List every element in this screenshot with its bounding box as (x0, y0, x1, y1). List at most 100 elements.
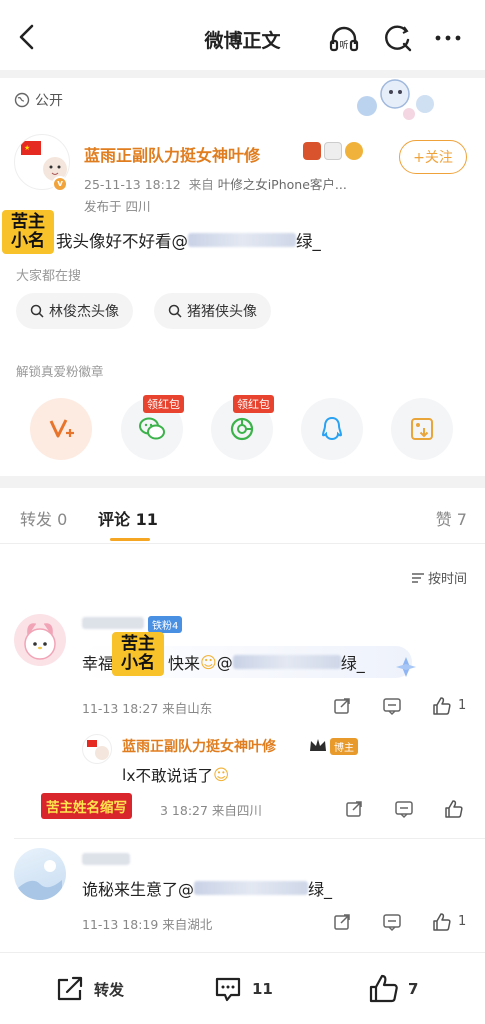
refresh-search-icon[interactable] (382, 22, 414, 54)
commenter-avatar[interactable] (14, 848, 66, 900)
post-text: 我头像好不好看@ 绿_ (56, 228, 321, 252)
blurred-mention (194, 881, 309, 895)
emoji-badges (303, 142, 363, 160)
post-text-prefix: 我头像好不好看@ (56, 232, 188, 251)
comment-meta: 11-13 18:19 来自湖北 (82, 917, 213, 932)
crown-icon (310, 739, 326, 751)
hongbao-badge: 领红包 (233, 395, 274, 413)
like-icon[interactable] (432, 696, 452, 716)
like-button[interactable]: 7 (368, 973, 418, 1005)
thumbs-up-icon (369, 974, 398, 1003)
like-count: 1 (458, 914, 467, 929)
repost-label: 转发 (94, 980, 125, 999)
comment-text-mid: 快来 (168, 654, 201, 673)
panda-icon (324, 142, 342, 160)
reply-author[interactable]: 蓝雨正副队力挺女神叶修 (122, 736, 276, 756)
save-image-button[interactable] (391, 398, 453, 460)
reply-icon[interactable] (394, 799, 414, 819)
sparkle-icon (396, 657, 416, 677)
post-source[interactable]: 叶修之女iPhone客户... (218, 177, 347, 192)
listen-headphones-icon[interactable]: 听 (328, 22, 360, 54)
blurred-mention (232, 655, 341, 669)
bottom-action-bar: 转发 11 7 (0, 952, 485, 1024)
cat-face-icon (345, 142, 363, 160)
tab-comments[interactable]: 评论 11 (98, 506, 158, 530)
unlock-heading: 解锁真爱粉徽章 (16, 364, 104, 379)
fan-level-badge: 铁粉4 (148, 616, 183, 633)
post-meta: 25-11-13 18:12 来自 叶修之女iPhone客户... (84, 174, 347, 193)
comment-button[interactable]: 11 (212, 973, 273, 1005)
share-icon[interactable] (332, 912, 352, 932)
like-count: 1 (458, 698, 467, 713)
sort-icon (411, 572, 424, 583)
blurred-mention (188, 233, 296, 247)
svg-text:★: ★ (24, 144, 30, 152)
search-icon (30, 304, 44, 318)
commenter-name-blurred[interactable] (82, 617, 144, 629)
censor-sticker: 苦主 小名 (2, 210, 54, 254)
poster-name[interactable]: 蓝雨正副队力挺女神叶修 (84, 142, 260, 166)
comment-text-suffix: 绿_ (340, 654, 365, 673)
tab-repost[interactable]: 转发 0 (20, 506, 67, 530)
post-text-suffix: 绿_ (296, 232, 321, 251)
post-date: 25-11-13 18:12 (84, 177, 181, 192)
svg-text:听: 听 (339, 40, 348, 51)
search-chip[interactable]: 猪猪侠头像 (154, 293, 271, 329)
sort-toggle[interactable]: 按时间 (411, 568, 467, 587)
reply-text-body: x不敢说话了 (126, 767, 213, 785)
reply-text: l x不敢说话了 ☺ (122, 764, 229, 786)
section-divider (0, 476, 485, 488)
like-icon[interactable] (444, 799, 464, 819)
tab-likes[interactable]: 赞 7 (436, 506, 467, 530)
comment-text-suffix: 绿_ (308, 880, 333, 899)
reply-icon[interactable] (382, 696, 402, 716)
sticker-line-2: 小名 (11, 231, 45, 251)
comment-meta: 11-13 18:27 来自山东 (82, 701, 213, 716)
comment-count: 11 (252, 980, 273, 998)
comment-icon (215, 977, 241, 1002)
reply-meta: 3 18:27 来自四川 (160, 803, 262, 818)
verified-badge: v (52, 176, 68, 192)
commenter-avatar[interactable] (14, 614, 66, 666)
commenter-name-blurred[interactable] (82, 853, 130, 865)
image-save-icon (411, 418, 433, 440)
reply-icon[interactable] (382, 912, 402, 932)
qq-icon (321, 416, 343, 441)
comment-text-at: @ (216, 652, 233, 672)
share-icon[interactable] (332, 696, 352, 716)
speechless-emoji-icon: ☺ (213, 766, 230, 784)
published-location: 发布于 四川 (84, 199, 151, 214)
sticker-line-2: 小名 (121, 653, 155, 673)
hongbao-badge: 领红包 (143, 395, 184, 413)
search-icon (168, 304, 182, 318)
reply-avatar[interactable] (82, 734, 112, 764)
like-icon[interactable] (432, 912, 452, 932)
wechat-icon (139, 417, 165, 440)
visibility-label: 公开 (35, 93, 63, 109)
laugh-emoji-icon: ☺ (200, 652, 217, 672)
moments-icon (230, 417, 254, 441)
active-tab-indicator (110, 538, 150, 541)
follow-button[interactable]: +关注 (399, 140, 467, 174)
hourglass-icon (303, 142, 321, 160)
comment-text-prefix: 诡秘来生意了@ (82, 880, 195, 899)
landscape-avatar-icon (18, 860, 62, 900)
repost-button[interactable]: 转发 (54, 973, 124, 1005)
melody-avatar-icon (24, 623, 56, 660)
more-icon[interactable] (432, 22, 464, 54)
poster-mini-avatar-icon (87, 740, 109, 760)
source-prefix: 来自 (188, 177, 214, 192)
v-plus-icon (49, 419, 74, 438)
search-chip-label: 林俊杰头像 (49, 304, 119, 320)
share-icon[interactable] (344, 799, 364, 819)
author-badge: 博主 (330, 738, 358, 755)
sticker-line-1: 苦主 (121, 634, 155, 654)
top-bar: 微博正文 听 (0, 0, 485, 70)
censor-sticker: 苦主 小名 (112, 632, 164, 676)
search-chip[interactable]: 林俊杰头像 (16, 293, 133, 329)
repost-icon (57, 976, 83, 1001)
like-total: 7 (408, 980, 419, 998)
sticker-line-1: 苦主 (11, 212, 45, 232)
fan-badge-button[interactable] (30, 398, 92, 460)
share-qq-button[interactable] (301, 398, 363, 460)
